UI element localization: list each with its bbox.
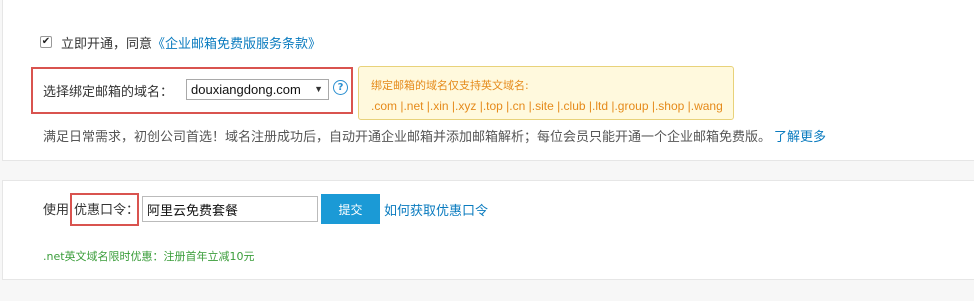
submit-button[interactable]: 提交 bbox=[321, 194, 380, 224]
terms-link[interactable]: 《企业邮箱免费版服务条款》 bbox=[152, 33, 321, 52]
open-service-row: ✔ 立即开通，同意 《企业邮箱免费版服务条款》 bbox=[40, 33, 321, 52]
open-service-checkbox[interactable]: ✔ bbox=[40, 36, 52, 48]
domain-tooltip: 绑定邮箱的域名仅支持英文域名: .com |.net |.xin |.xyz |… bbox=[358, 66, 734, 120]
domain-label: 选择绑定邮箱的域名： bbox=[43, 85, 174, 100]
coupon-label-prefix: 使用 bbox=[43, 203, 70, 218]
domain-select[interactable]: douxiangdong.com ▼ bbox=[186, 79, 329, 100]
promo-text: .net英文域名限时优惠：注册首年立减10元 bbox=[43, 250, 255, 263]
question-circle-icon[interactable]: ? bbox=[333, 80, 348, 95]
domain-selected-value: douxiangdong.com bbox=[191, 82, 301, 97]
howto-coupon-link[interactable]: 如何获取优惠口令 bbox=[384, 200, 488, 219]
tooltip-domains: .com |.net |.xin |.xyz |.top |.cn |.site… bbox=[371, 99, 723, 113]
tooltip-title: 绑定邮箱的域名仅支持英文域名: bbox=[371, 79, 529, 92]
description-text: 满足日常需求，初创公司首选！域名注册成功后，自动开通企业邮箱并添加邮箱解析；每位… bbox=[43, 130, 772, 145]
open-service-label: 立即开通，同意 bbox=[61, 36, 153, 52]
coupon-input-value: 阿里云免费套餐 bbox=[147, 203, 239, 219]
chevron-down-icon: ▼ bbox=[314, 84, 323, 94]
service-description: 满足日常需求，初创公司首选！域名注册成功后，自动开通企业邮箱并添加邮箱解析；每位… bbox=[43, 126, 826, 145]
coupon-label: 优惠口令： bbox=[74, 203, 140, 218]
coupon-panel bbox=[2, 180, 974, 280]
learn-more-link[interactable]: 了解更多 bbox=[774, 126, 826, 145]
coupon-input[interactable]: 阿里云免费套餐 bbox=[142, 196, 318, 222]
